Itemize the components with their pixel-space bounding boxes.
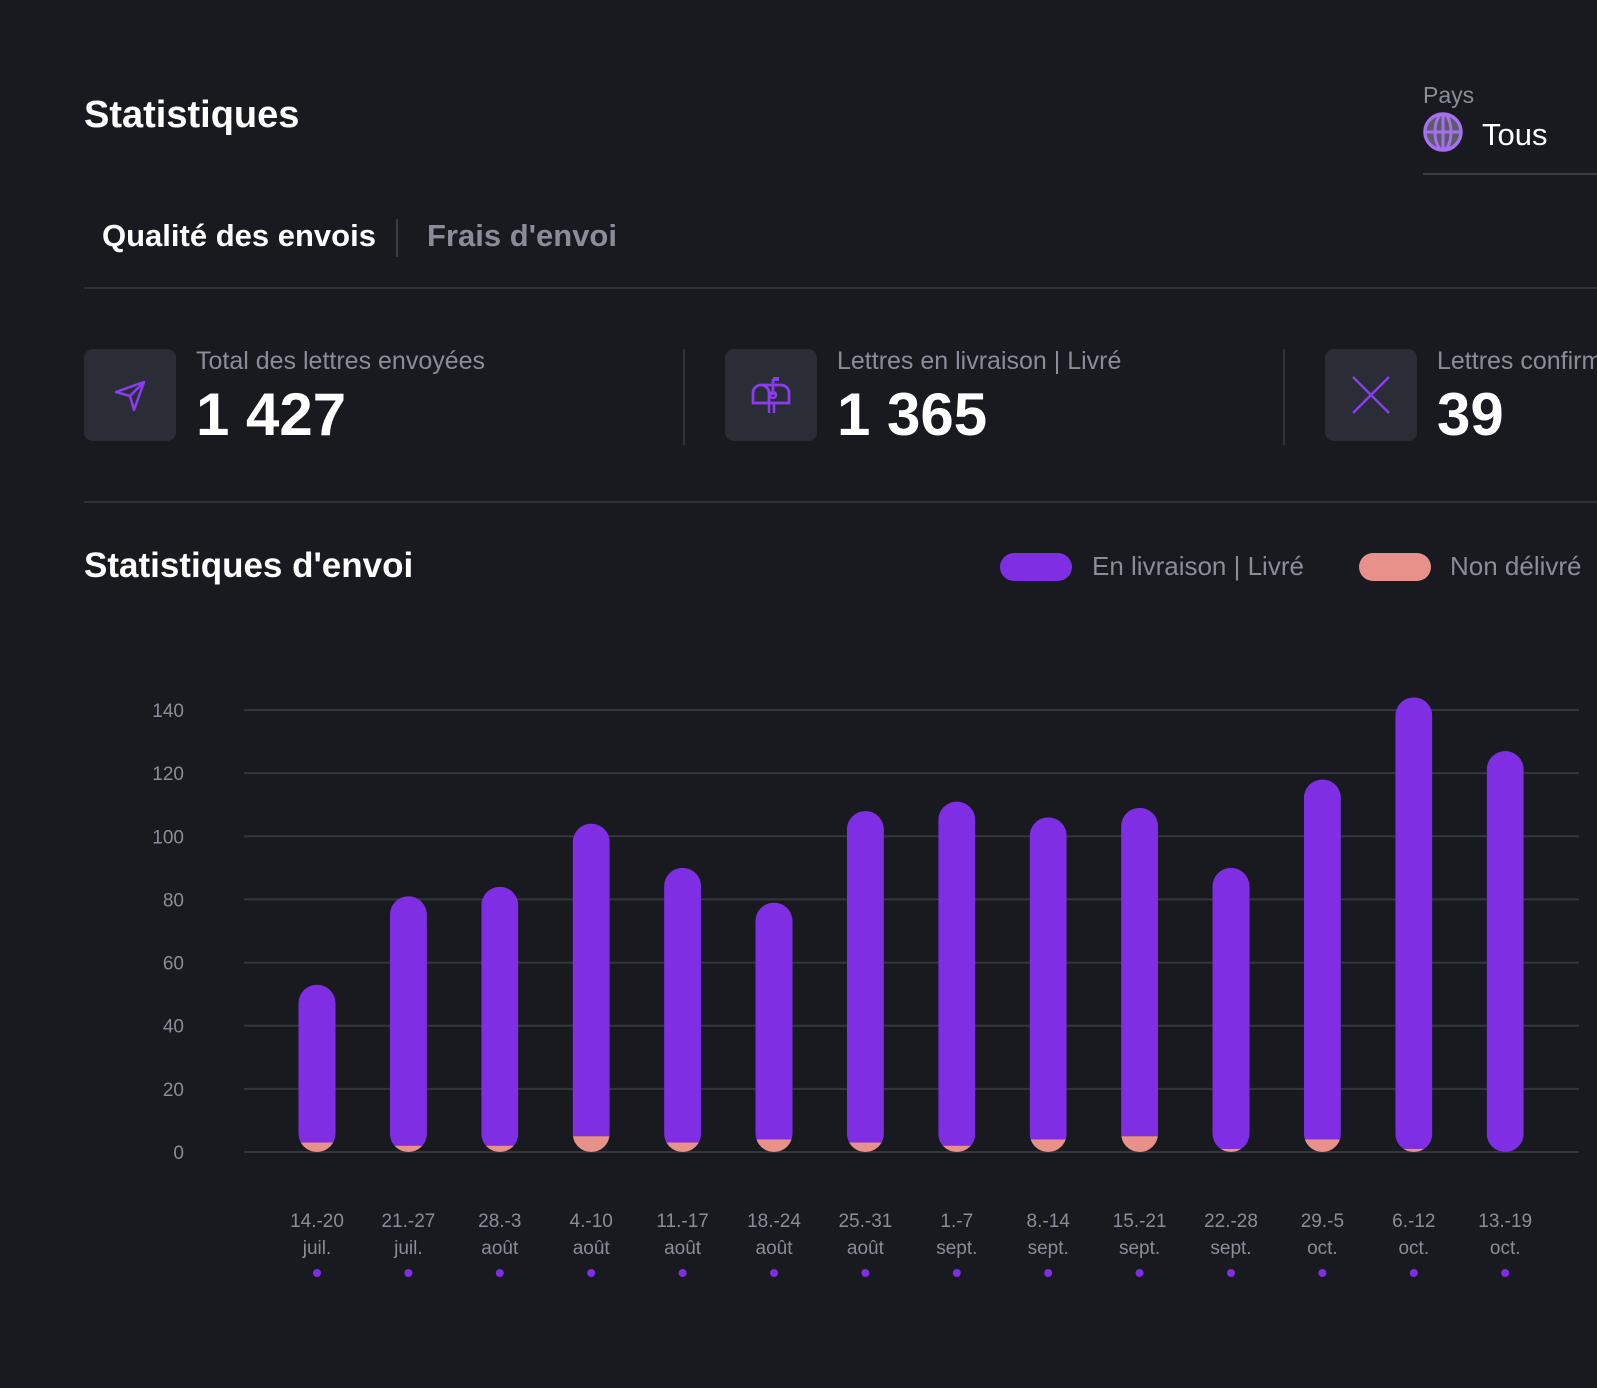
- y-tick-label: 60: [163, 954, 184, 975]
- x-tick-label: 18.-24: [747, 1211, 801, 1232]
- bar-undelivered[interactable]: [298, 1142, 336, 1152]
- x-tick-dot: [313, 1269, 321, 1277]
- x-tick-label: août: [756, 1238, 794, 1259]
- x-tick-label: 29.-5: [1301, 1211, 1344, 1232]
- bar-group: [1212, 867, 1250, 1152]
- bar-delivered[interactable]: [938, 801, 976, 1146]
- x-tick-label: 21.-27: [381, 1211, 435, 1232]
- bar-undelivered[interactable]: [1121, 1136, 1159, 1152]
- bar-group: [1029, 817, 1067, 1152]
- x-tick-label: sept.: [936, 1238, 977, 1259]
- y-tick-label: 20: [163, 1080, 184, 1101]
- bar-undelivered[interactable]: [755, 1139, 793, 1152]
- x-tick-dot: [678, 1269, 687, 1277]
- x-tick-dot: [952, 1269, 961, 1277]
- x-tick-dot: [861, 1269, 870, 1277]
- bar-group: [572, 823, 610, 1152]
- bar-delivered[interactable]: [846, 811, 884, 1143]
- x-tick-label: oct.: [1307, 1238, 1338, 1259]
- x-tick-label: 6.-12: [1392, 1211, 1435, 1232]
- bar-group: [664, 867, 702, 1152]
- y-tick-label: 120: [152, 764, 184, 785]
- x-tick-label: août: [847, 1238, 885, 1259]
- x-tick-dot: [770, 1269, 778, 1277]
- y-tick-label: 100: [152, 827, 184, 848]
- bar-delivered[interactable]: [1486, 751, 1524, 1152]
- bar-delivered[interactable]: [1212, 867, 1250, 1149]
- bar-delivered[interactable]: [572, 823, 610, 1137]
- x-tick-label: 4.-10: [570, 1211, 613, 1232]
- bar-group: [846, 811, 884, 1152]
- x-tick-label: 8.-14: [1027, 1211, 1071, 1232]
- bar-delivered[interactable]: [1303, 779, 1341, 1140]
- x-tick-dot: [495, 1269, 504, 1277]
- bar-delivered[interactable]: [298, 984, 336, 1143]
- bar-delivered[interactable]: [1395, 697, 1433, 1149]
- bar-group: [1121, 807, 1159, 1152]
- bar-delivered[interactable]: [1121, 807, 1159, 1137]
- bar-chart: 0 20 40 60 80 100 120 140 14.-20 juil. 21.-27 juil.…: [152, 697, 1579, 1277]
- x-tick-label: oct.: [1490, 1238, 1521, 1259]
- x-tick-dot: [1409, 1269, 1418, 1277]
- bar-group: [1303, 779, 1341, 1152]
- bar-group: [389, 896, 427, 1152]
- x-tick-dot: [1501, 1269, 1510, 1277]
- x-tick-dot: [1135, 1269, 1144, 1277]
- x-tick-label: 1.-7: [940, 1211, 973, 1232]
- bar-delivered[interactable]: [389, 896, 427, 1146]
- x-tick-label: juil.: [393, 1238, 423, 1259]
- y-tick-label: 140: [152, 701, 184, 722]
- x-tick-dot: [587, 1269, 596, 1277]
- y-tick-label: 0: [173, 1143, 184, 1164]
- bar-undelivered[interactable]: [572, 1136, 610, 1152]
- x-tick-dot: [404, 1269, 413, 1277]
- x-tick-label: sept.: [1210, 1238, 1251, 1259]
- bar-undelivered[interactable]: [1303, 1139, 1341, 1152]
- x-tick-label: sept.: [1028, 1238, 1069, 1259]
- x-tick-label: 25.-31: [838, 1211, 892, 1232]
- y-tick-label: 80: [163, 890, 184, 911]
- bar-delivered[interactable]: [755, 902, 793, 1140]
- x-tick-label: 13.-19: [1478, 1211, 1532, 1232]
- x-tick-dot: [1227, 1269, 1235, 1277]
- x-tick-label: oct.: [1398, 1238, 1429, 1259]
- x-tick-label: 14.-20: [290, 1211, 344, 1232]
- bar-undelivered[interactable]: [1029, 1139, 1067, 1152]
- x-tick-label: août: [664, 1238, 702, 1259]
- x-tick-label: août: [573, 1238, 611, 1259]
- x-tick-label: juil.: [302, 1238, 332, 1259]
- y-tick-label: 40: [163, 1017, 184, 1038]
- x-tick-label: août: [481, 1238, 519, 1259]
- bar-undelivered[interactable]: [846, 1142, 884, 1152]
- x-tick-label: 22.-28: [1204, 1211, 1258, 1232]
- x-tick-label: 15.-21: [1113, 1211, 1167, 1232]
- bar-group: [938, 801, 976, 1152]
- x-tick-dot: [1044, 1269, 1053, 1277]
- bar-delivered[interactable]: [664, 867, 702, 1143]
- bar-group: [481, 886, 519, 1152]
- bar-delivered[interactable]: [481, 886, 519, 1146]
- bar-group: [755, 902, 793, 1152]
- x-tick-label: 28.-3: [478, 1211, 521, 1232]
- x-tick-label: sept.: [1119, 1238, 1160, 1259]
- bar-group: [1486, 751, 1524, 1152]
- bar-undelivered[interactable]: [664, 1142, 702, 1152]
- bar-group: [1395, 697, 1433, 1152]
- bar-delivered[interactable]: [1029, 817, 1067, 1140]
- bar-group: [298, 984, 336, 1152]
- x-tick-label: 11.-17: [656, 1211, 708, 1232]
- x-tick-dot: [1318, 1269, 1327, 1277]
